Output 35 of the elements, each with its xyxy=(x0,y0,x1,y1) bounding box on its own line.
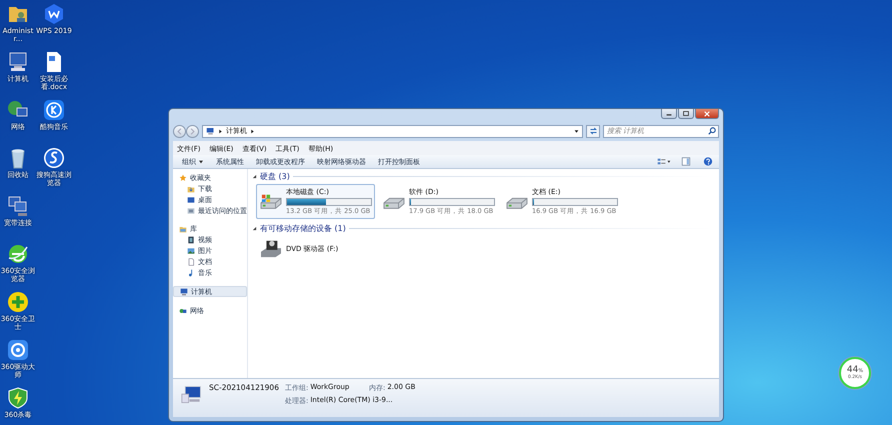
collapse-icon[interactable] xyxy=(252,226,257,231)
minimize-button[interactable] xyxy=(661,109,677,119)
view-options-icon[interactable] xyxy=(657,157,671,166)
group-heading[interactable]: 有可移动存储的设备 (1) xyxy=(260,223,346,234)
desktop-icon xyxy=(187,196,195,204)
search-icon[interactable] xyxy=(708,127,716,135)
collapse-icon[interactable] xyxy=(252,174,257,179)
music-icon xyxy=(187,268,195,276)
doc-icon xyxy=(187,258,195,266)
chevron-icon xyxy=(250,128,255,134)
computer-icon xyxy=(206,127,215,135)
group-heading[interactable]: 硬盘 (3) xyxy=(260,171,290,182)
download-icon xyxy=(187,184,195,192)
network-icon xyxy=(179,306,187,314)
dropdown-icon[interactable] xyxy=(574,128,579,134)
caret-icon xyxy=(198,160,204,164)
computer-icon xyxy=(180,288,188,296)
maximize-icon xyxy=(682,111,690,116)
video-icon xyxy=(187,236,195,244)
refresh-button[interactable] xyxy=(586,124,600,138)
forward-button[interactable] xyxy=(186,124,199,138)
star-icon xyxy=(179,174,187,182)
help-icon[interactable] xyxy=(701,157,715,166)
close-icon xyxy=(703,110,711,116)
library-icon xyxy=(179,224,187,232)
hard-drive-icon xyxy=(259,192,283,212)
image-icon xyxy=(187,246,195,254)
back-button[interactable] xyxy=(173,124,186,138)
dvd-drive-icon xyxy=(259,239,283,259)
refresh-icon xyxy=(588,127,598,135)
preview-pane-icon[interactable] xyxy=(679,157,693,166)
maximize-button[interactable] xyxy=(678,109,694,119)
close-button[interactable] xyxy=(695,109,719,119)
computer-icon xyxy=(181,385,203,405)
chevron-icon xyxy=(218,128,223,134)
